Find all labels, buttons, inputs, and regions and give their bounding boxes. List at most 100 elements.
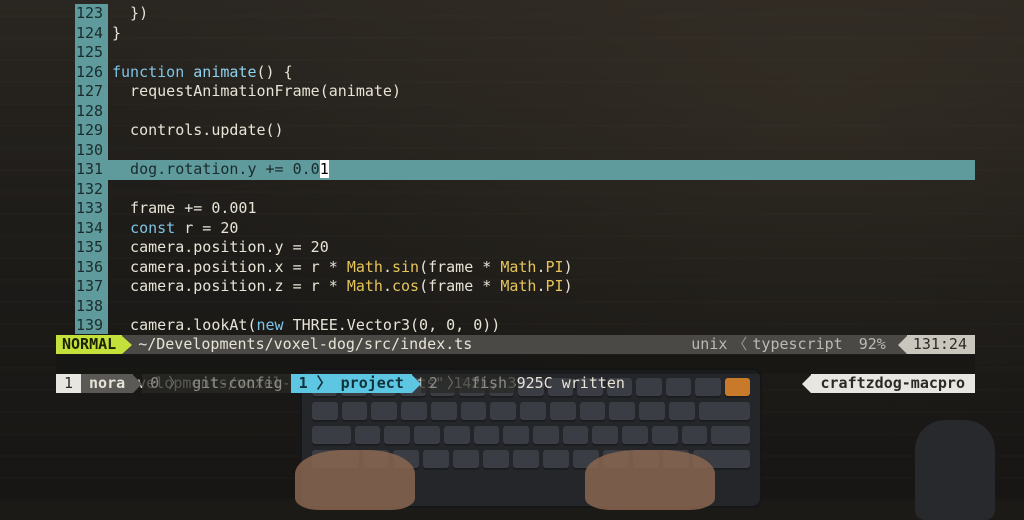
code-token: new xyxy=(256,316,284,334)
code-token: (frame * xyxy=(419,257,501,276)
code-token: r = 20 xyxy=(175,218,239,237)
tmux-window-project[interactable]: 1 〉 project xyxy=(290,374,421,393)
code-token: THREE.Vector3(0, 0, 0)) xyxy=(283,316,501,334)
code-token: const xyxy=(130,218,176,237)
code-token: . xyxy=(382,257,392,276)
tmux-window-name: project xyxy=(340,374,404,392)
code-line[interactable]: 134 const r = 20 xyxy=(75,218,238,239)
tmux-window-git-config[interactable]: 0 〉 git-config xyxy=(142,374,291,393)
tmux-window-separator: 〉 xyxy=(307,374,341,392)
line-number: 135 xyxy=(76,238,104,256)
scroll-percent: 92% xyxy=(858,335,886,353)
statusline-filepath: ~/Developments/voxel-dog/src/index.ts xyxy=(138,335,473,353)
code-line[interactable]: 128 xyxy=(75,102,108,122)
code-token: . xyxy=(382,277,392,295)
tmux-hostname: craftzdog-macpro xyxy=(810,374,975,393)
code-token: () { xyxy=(256,62,293,81)
code-line[interactable]: 135 camera.position.y = 20 xyxy=(75,238,329,258)
code-token: Math xyxy=(346,277,383,295)
active-window-arrow xyxy=(411,374,421,393)
code-token: ) xyxy=(563,277,573,295)
code-token: controls.update() xyxy=(112,121,284,139)
tmux-session-name: nora xyxy=(81,374,134,393)
line-number: 132 xyxy=(76,179,104,198)
statusline-separator: 〈 xyxy=(732,335,748,353)
line-number: 134 xyxy=(76,218,104,237)
line-number: 136 xyxy=(76,257,104,276)
command-line[interactable]: "~/Developments/voxel-dog/src/index.ts" … xyxy=(56,355,975,392)
code-text: camera.position.z = r * Math.cos(frame *… xyxy=(108,277,573,295)
code-token: camera.position.z = r * xyxy=(112,277,347,295)
code-token: dog.rotation.y += 0.0 xyxy=(112,160,320,178)
code-token: } xyxy=(112,23,122,42)
line-number: 130 xyxy=(76,140,104,159)
code-token: frame += 0.001 xyxy=(112,199,257,217)
code-token: Math xyxy=(346,257,383,276)
line-number: 126 xyxy=(76,62,104,81)
code-token: animate xyxy=(193,62,257,81)
mode-indicator: NORMAL xyxy=(56,335,123,354)
line-number: 139 xyxy=(76,316,104,334)
code-token: sin xyxy=(391,257,420,276)
code-token: . xyxy=(536,277,546,295)
code-token: PI xyxy=(545,277,564,295)
code-line[interactable]: 138 xyxy=(75,297,108,317)
code-line[interactable]: 123 }) xyxy=(75,4,148,24)
code-line[interactable]: 136 camera.position.x = r * Math.sin(fra… xyxy=(75,257,573,278)
code-text: camera.position.x = r * Math.sin(frame *… xyxy=(108,258,573,276)
line-number: 123 xyxy=(76,4,104,22)
line-number: 127 xyxy=(76,82,104,100)
tmux-window-index: 0 xyxy=(150,374,160,392)
code-line[interactable]: 125 xyxy=(75,43,108,63)
position-separator xyxy=(897,335,907,354)
line-number: 124 xyxy=(76,23,104,42)
code-token: ) xyxy=(563,257,573,276)
code-token: camera.position.y = 20 xyxy=(112,238,329,256)
statusline: NORMAL ~/Developments/voxel-dog/src/inde… xyxy=(56,335,975,354)
line-number: 125 xyxy=(76,43,104,61)
code-line[interactable]: 129 controls.update() xyxy=(75,121,284,141)
tmux-window-separator: 〉 xyxy=(159,374,193,392)
code-text: dog.rotation.y += 0.01 xyxy=(108,160,329,178)
host-arrow xyxy=(801,374,811,393)
tmux-window-fish[interactable]: 2 〉 fish xyxy=(420,374,516,393)
code-line[interactable]: 137 camera.position.z = r * Math.cos(fra… xyxy=(75,277,573,297)
code-text: requestAnimationFrame(animate) xyxy=(108,82,401,100)
line-number: 138 xyxy=(76,296,104,315)
code-text: const r = 20 xyxy=(108,219,238,237)
code-line[interactable]: 127 requestAnimationFrame(animate) xyxy=(75,82,401,102)
code-line[interactable]: 133 frame += 0.001 xyxy=(75,199,257,219)
code-line[interactable]: 124} xyxy=(75,23,121,44)
session-arrow xyxy=(133,374,143,393)
line-number: 133 xyxy=(76,199,104,217)
code-text: controls.update() xyxy=(108,121,284,139)
fileformat: unix xyxy=(691,335,728,353)
vim-editor[interactable]: 123 }) 124} 125 126 function animate() {127 … xyxy=(0,0,1024,501)
tmux-window-name: fish xyxy=(470,374,508,392)
code-token: }) xyxy=(112,4,149,22)
mode-separator xyxy=(122,335,133,354)
code-token: . xyxy=(536,257,546,276)
current-code-line[interactable]: 131 dog.rotation.y += 0.01 xyxy=(75,160,975,180)
code-line[interactable]: 132 xyxy=(75,180,108,200)
code-token: cos xyxy=(391,277,420,295)
code-line[interactable]: 139 camera.lookAt(new THREE.Vector3(0, 0… xyxy=(75,316,500,336)
code-token: Math xyxy=(500,257,537,276)
text-cursor: 1 xyxy=(319,160,329,178)
line-number: 129 xyxy=(76,121,104,139)
code-token: (frame * xyxy=(419,277,501,295)
code-text: function animate() { xyxy=(108,63,293,81)
tmux-window-list: 0 〉 git-config 1 〉 project 2 〉 fish xyxy=(142,374,516,393)
code-line[interactable]: 126 function animate() { xyxy=(75,62,293,83)
code-text: camera.lookAt(new THREE.Vector3(0, 0, 0)… xyxy=(108,316,500,334)
cursor-position: 131:24 xyxy=(906,335,975,354)
code-line[interactable]: 130 xyxy=(75,141,108,161)
code-token: PI xyxy=(545,257,564,276)
tmux-window-index: 1 xyxy=(298,374,308,392)
tmux-session-index: 1 xyxy=(56,374,82,393)
